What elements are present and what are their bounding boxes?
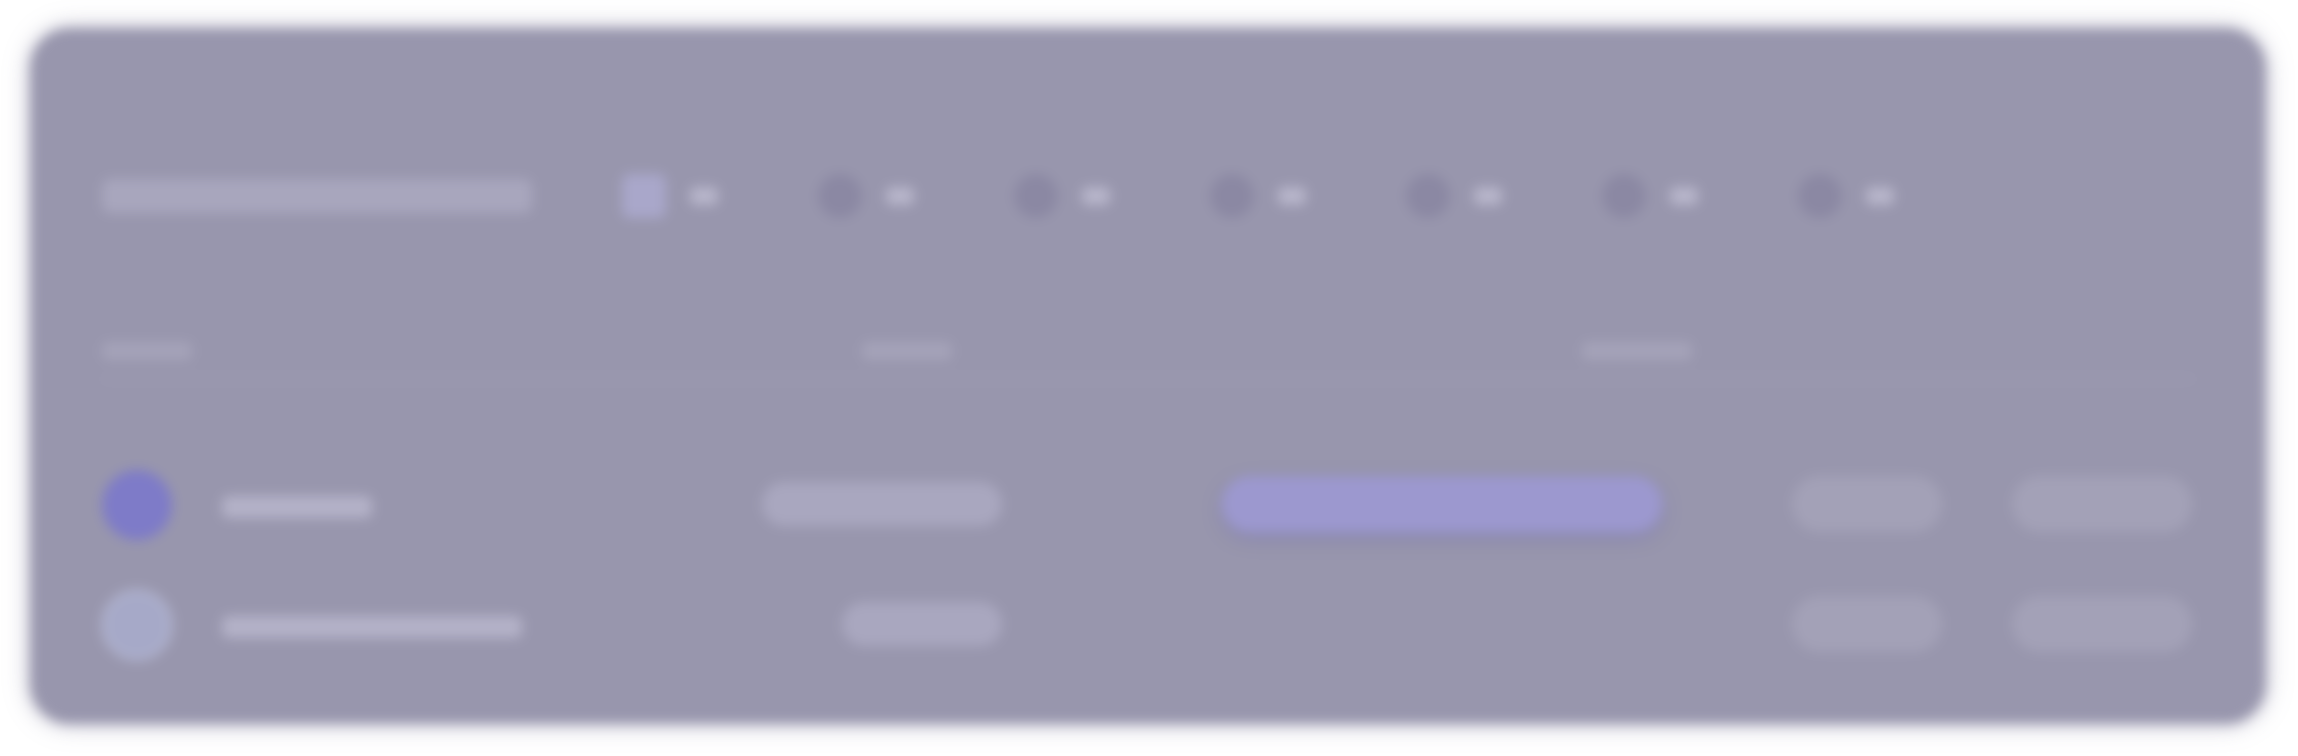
column-header [862, 342, 952, 360]
table-row[interactable] [102, 568, 2194, 668]
dashboard-card [30, 28, 2266, 724]
person-icon [818, 174, 862, 218]
person-icon [1406, 174, 1450, 218]
filter-chip-1[interactable] [818, 174, 914, 218]
filter-chip-6[interactable] [1798, 174, 1894, 218]
page-title [102, 179, 532, 213]
filter-count [1866, 187, 1894, 205]
column-header [1582, 342, 1692, 360]
status-badge [762, 482, 1002, 526]
action-button[interactable] [2012, 476, 2192, 532]
filter-chip-3[interactable] [1210, 174, 1306, 218]
row-name [222, 616, 522, 638]
table-row[interactable] [102, 448, 2194, 548]
grid-icon [622, 174, 666, 218]
avatar [102, 590, 172, 660]
person-icon [1798, 174, 1842, 218]
status-badge [842, 602, 1002, 646]
filter-count [1278, 187, 1306, 205]
person-icon [1210, 174, 1254, 218]
action-button[interactable] [1792, 596, 1942, 652]
filter-chip-5[interactable] [1602, 174, 1698, 218]
highlight-badge [1222, 476, 1662, 532]
filter-count [1670, 187, 1698, 205]
person-icon [1014, 174, 1058, 218]
table-header [102, 328, 2194, 380]
filter-chip-all[interactable] [622, 174, 718, 218]
filter-count [1082, 187, 1110, 205]
row-name [222, 496, 372, 518]
filter-chip-2[interactable] [1014, 174, 1110, 218]
action-button[interactable] [1792, 476, 1942, 532]
filter-count [690, 187, 718, 205]
action-button[interactable] [2012, 596, 2192, 652]
person-icon [1602, 174, 1646, 218]
filter-count [886, 187, 914, 205]
card-header [102, 156, 2194, 236]
filter-chip-4[interactable] [1406, 174, 1502, 218]
filter-count [1474, 187, 1502, 205]
avatar [102, 470, 172, 540]
column-header [102, 342, 192, 360]
